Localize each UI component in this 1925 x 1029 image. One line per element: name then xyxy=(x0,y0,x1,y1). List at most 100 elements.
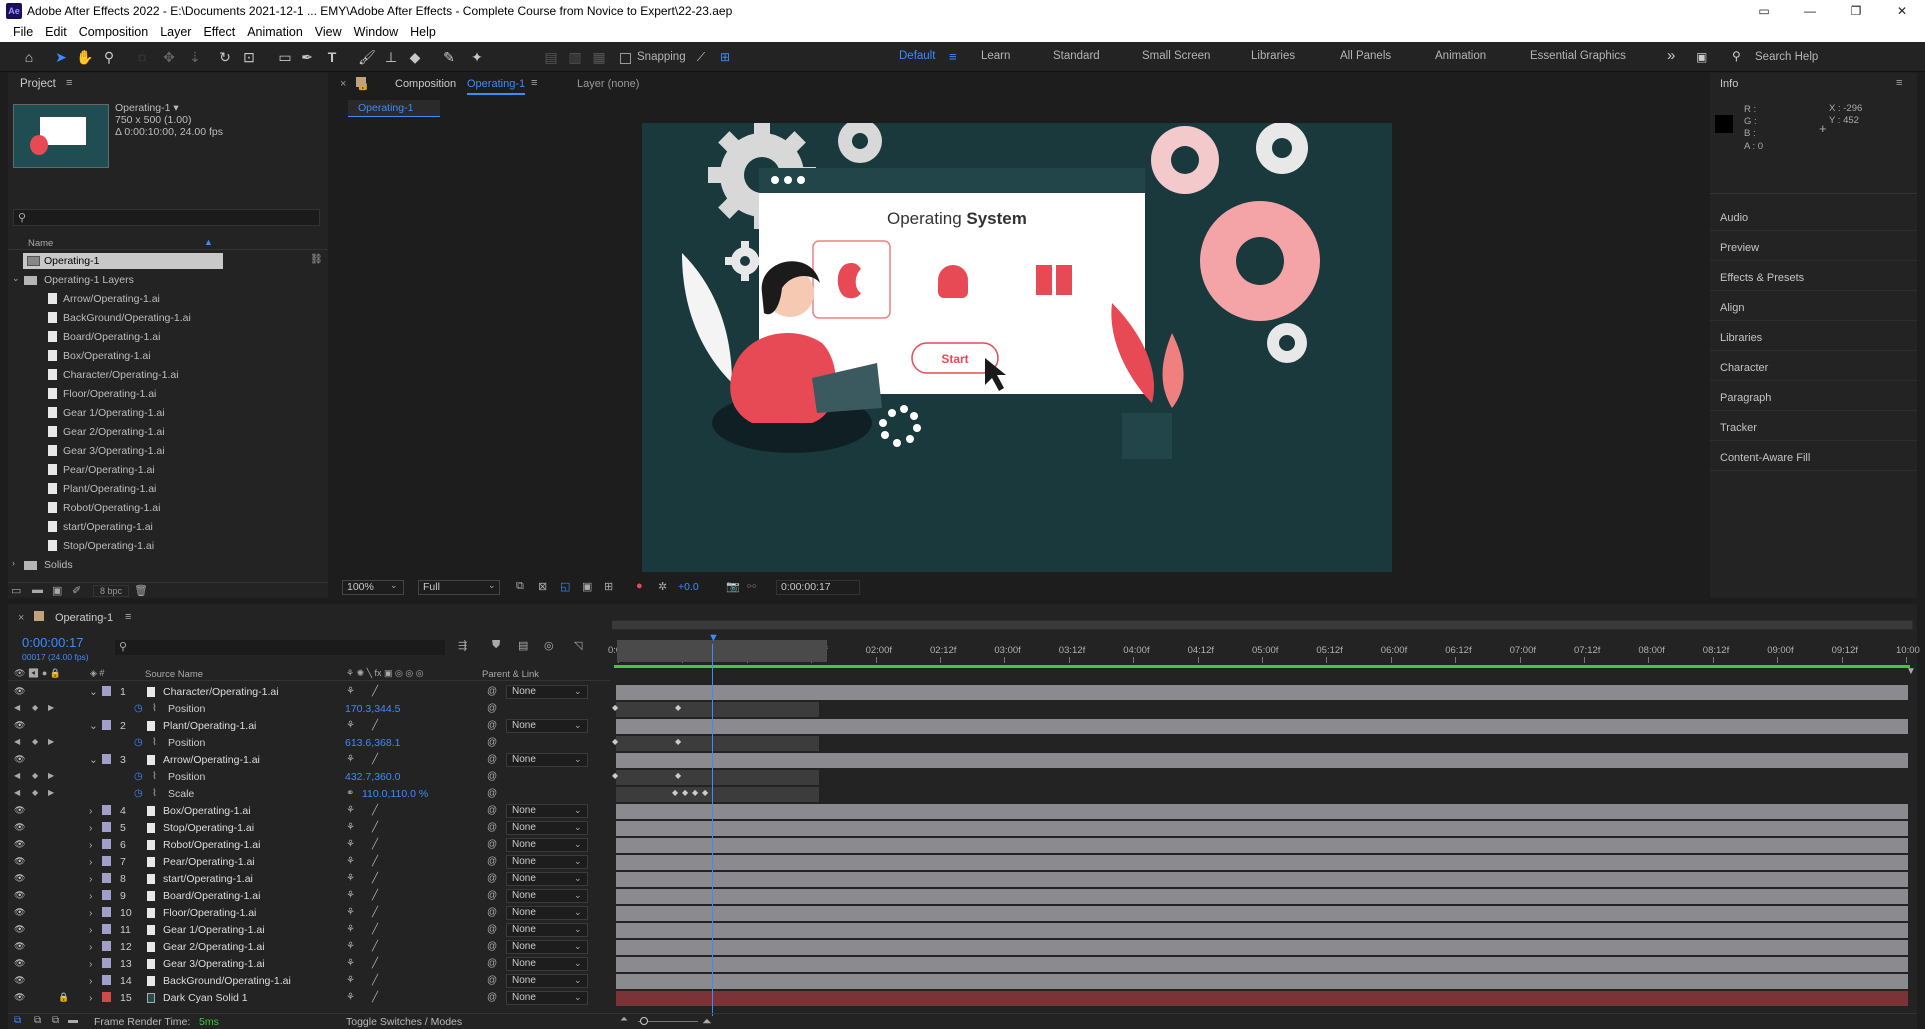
workspace-essential-graphics[interactable]: Essential Graphics xyxy=(1530,50,1626,62)
layer-row[interactable]: 👁 ⌄ 1 Character/Operating-1.ai ⚘ ╱ @ None ⌄ xyxy=(8,684,1908,701)
quality-switch-icon[interactable]: ╱ xyxy=(372,958,378,969)
layer-name[interactable]: Character/Operating-1.ai xyxy=(163,686,279,698)
layer-duration-bar[interactable] xyxy=(616,753,1908,768)
property-row[interactable]: ◀ ◆ ▶ ◷ ⌇ Scale ⚭ 110.0,110.0 % @ ◆ ◆ ◆ ◆ xyxy=(8,786,1905,803)
pen-tool-icon[interactable]: ✒ xyxy=(298,48,316,66)
quality-switch-icon[interactable]: ╱ xyxy=(372,856,378,867)
panel-effects-presets[interactable]: Effects & Presets xyxy=(1720,272,1804,284)
layer-row[interactable]: 👁 › 8 start/Operating-1.ai ⚘ ╱ @ None ⌄ xyxy=(8,871,1908,888)
graph-icon[interactable]: ⌇ xyxy=(152,788,157,799)
project-item-file[interactable]: Gear 1/Operating-1.ai xyxy=(8,405,328,421)
fast-previews-icon[interactable]: ⧉ xyxy=(516,580,524,593)
panel-menu-icon[interactable]: ≡ xyxy=(531,77,537,89)
layer-tab[interactable]: Layer (none) xyxy=(577,78,639,90)
shy-switch-icon[interactable]: ⚘ xyxy=(346,720,355,731)
transparency-grid-icon[interactable]: ⊠ xyxy=(538,580,547,593)
eye-icon[interactable]: 👁 xyxy=(14,907,25,918)
eraser-tool-icon[interactable]: ◆ xyxy=(406,48,424,66)
trash-icon[interactable]: 🗑 xyxy=(134,584,148,597)
current-time-timecode[interactable]: 0:00:00:17 xyxy=(22,635,83,650)
add-keyframe-icon[interactable]: ◆ xyxy=(32,788,38,797)
layer-row[interactable]: 👁 › 4 Box/Operating-1.ai ⚘ ╱ @ None ⌄ xyxy=(8,803,1908,820)
keyframe-icon[interactable]: ◆ xyxy=(682,788,688,797)
workspace-animation[interactable]: Animation xyxy=(1435,50,1486,62)
project-item-file[interactable]: Character/Operating-1.ai xyxy=(8,367,328,383)
maximize-button[interactable]: ❐ xyxy=(1833,0,1879,22)
menu-effect[interactable]: Effect xyxy=(203,25,235,39)
quality-switch-icon[interactable]: ╱ xyxy=(372,754,378,765)
menu-animation[interactable]: Animation xyxy=(247,25,303,39)
layer-name[interactable]: Gear 2/Operating-1.ai xyxy=(163,941,265,953)
expand-timing-icon[interactable]: ⧉ xyxy=(52,1015,59,1026)
exposure-value[interactable]: +0.0 xyxy=(678,581,699,593)
type-tool-icon[interactable]: T xyxy=(323,48,341,66)
chevron-down-icon[interactable]: ⌄ xyxy=(89,720,98,732)
project-item-file[interactable]: Arrow/Operating-1.ai xyxy=(8,291,328,307)
panel-audio[interactable]: Audio xyxy=(1720,212,1748,224)
chevron-right-icon[interactable]: › xyxy=(89,856,93,868)
minimize-button[interactable]: — xyxy=(1787,0,1833,22)
pick-whip-icon[interactable]: @ xyxy=(487,805,497,816)
menu-view[interactable]: View xyxy=(315,25,342,39)
eye-icon[interactable]: 👁 xyxy=(14,992,25,1003)
prev-keyframe-icon[interactable]: ◀ xyxy=(14,703,20,712)
stopwatch-icon[interactable]: ◷ xyxy=(134,771,143,782)
dolly-camera-icon[interactable]: ⇣ xyxy=(186,48,204,66)
pick-whip-icon[interactable]: @ xyxy=(487,992,497,1003)
mask-visibility-icon[interactable]: ◱ xyxy=(560,580,570,593)
layer-row[interactable]: 👁 🔒 › 15 Dark Cyan Solid 1 ⚘ ╱ @ None ⌄ xyxy=(8,990,1908,1007)
expression-pick-whip-icon[interactable]: @ xyxy=(487,737,497,748)
label-color-swatch[interactable] xyxy=(102,975,111,985)
expand-modes-icon[interactable]: ⧉ xyxy=(34,1015,41,1026)
shy-switch-icon[interactable]: ⚘ xyxy=(346,992,355,1003)
keyframe-icon[interactable]: ◆ xyxy=(675,703,681,712)
label-color-swatch[interactable] xyxy=(102,754,111,764)
layer-row[interactable]: 👁 › 9 Board/Operating-1.ai ⚘ ╱ @ None ⌄ xyxy=(8,888,1908,905)
composition-viewer[interactable]: Operating System Start xyxy=(642,123,1392,572)
shy-switch-icon[interactable]: ⚘ xyxy=(346,924,355,935)
workspace-libraries[interactable]: Libraries xyxy=(1251,50,1295,62)
layer-name[interactable]: Pear/Operating-1.ai xyxy=(163,856,255,868)
layer-name[interactable]: Box/Operating-1.ai xyxy=(163,805,251,817)
zoom-slider-thumb[interactable] xyxy=(640,1017,648,1025)
layer-duration-bar[interactable] xyxy=(616,838,1908,853)
eye-icon[interactable]: 👁 xyxy=(14,924,25,935)
label-color-swatch[interactable] xyxy=(102,805,111,815)
snapping-checkbox[interactable] xyxy=(620,53,631,64)
new-folder-icon[interactable]: ▬ xyxy=(32,584,43,596)
menu-layer[interactable]: Layer xyxy=(160,25,191,39)
playhead-handle[interactable]: ▼ xyxy=(708,632,719,644)
eye-icon[interactable]: 👁 xyxy=(14,941,25,952)
rotate-tool-icon[interactable]: ↻ xyxy=(216,48,234,66)
bpc-button[interactable]: 8 bpc xyxy=(93,585,129,597)
panel-align[interactable]: Align xyxy=(1720,302,1744,314)
layer-name[interactable]: Arrow/Operating-1.ai xyxy=(163,754,260,766)
project-item-file[interactable]: Plant/Operating-1.ai xyxy=(8,481,328,497)
workspace-small-screen[interactable]: Small Screen xyxy=(1142,50,1210,62)
shy-switch-icon[interactable]: ⚘ xyxy=(346,754,355,765)
draft-3d-icon[interactable]: ⛊ xyxy=(492,639,500,652)
search-help-input[interactable]: Search Help xyxy=(1755,51,1818,63)
parent-link-column[interactable]: Parent & Link xyxy=(482,669,539,680)
brush-tool-icon[interactable]: 🖌 xyxy=(358,48,376,66)
orbit-camera-icon[interactable]: ◌ xyxy=(133,48,151,66)
menu-edit[interactable]: Edit xyxy=(45,25,67,39)
layer-name[interactable]: Gear 3/Operating-1.ai xyxy=(163,958,265,970)
shy-switch-icon[interactable]: ⚘ xyxy=(346,686,355,697)
graph-icon[interactable]: ⌇ xyxy=(152,703,157,714)
current-time-display[interactable]: 0:00:00:17 xyxy=(776,580,860,595)
shy-switch-icon[interactable]: ⚘ xyxy=(346,839,355,850)
layer-name[interactable]: start/Operating-1.ai xyxy=(163,873,253,885)
shy-switch-icon[interactable]: ⚘ xyxy=(346,873,355,884)
layer-row[interactable]: 👁 ⌄ 2 Plant/Operating-1.ai ⚘ ╱ @ None ⌄ xyxy=(8,718,1908,735)
timeline-tab[interactable]: Operating-1 xyxy=(55,612,113,624)
pick-whip-icon[interactable]: @ xyxy=(487,907,497,918)
keyframe-icon[interactable]: ◆ xyxy=(672,788,678,797)
rectangle-tool-icon[interactable]: ▭ xyxy=(276,48,294,66)
hand-tool-icon[interactable]: ✋ xyxy=(76,48,94,66)
region-of-interest-icon[interactable]: ▣ xyxy=(582,580,592,593)
layer-row[interactable]: 👁 › 5 Stop/Operating-1.ai ⚘ ╱ @ None ⌄ xyxy=(8,820,1908,837)
eye-icon[interactable]: 👁 xyxy=(14,686,25,697)
channel-icon[interactable]: ● xyxy=(636,580,643,592)
snap-feature-icon[interactable]: ⊞ xyxy=(716,48,734,66)
